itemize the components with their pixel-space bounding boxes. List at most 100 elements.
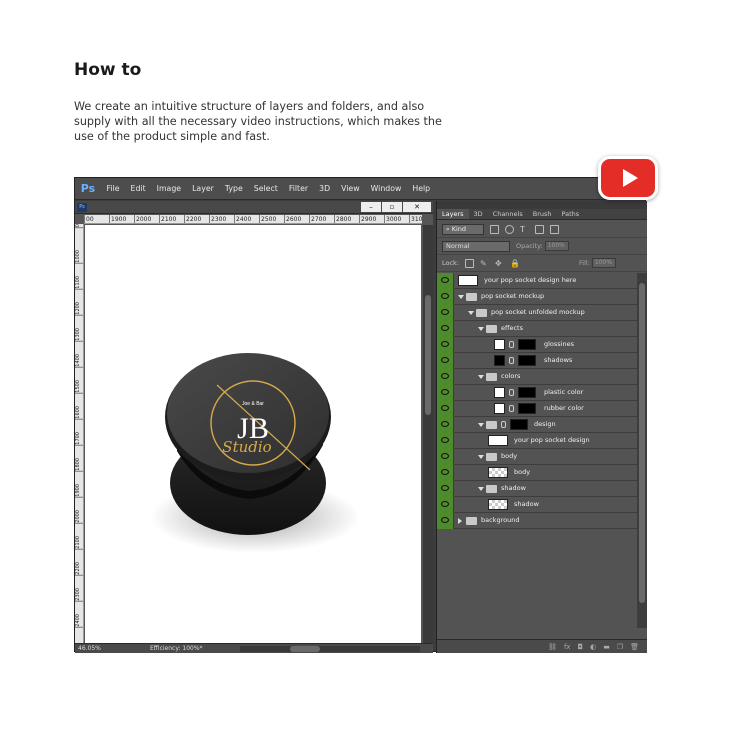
layer-row[interactable]: design xyxy=(437,417,638,433)
menu-file[interactable]: File xyxy=(101,184,125,193)
visibility-eye-icon[interactable] xyxy=(437,497,454,513)
layers-scrollbar[interactable] xyxy=(637,273,647,628)
scrollbar-thumb[interactable] xyxy=(425,295,431,415)
layer-mask-thumbnail[interactable] xyxy=(518,339,536,350)
layer-row[interactable]: body xyxy=(437,449,638,465)
chevron-right-icon[interactable] xyxy=(458,518,462,524)
link-icon[interactable] xyxy=(509,357,514,364)
layer-row[interactable]: your pop socket design here xyxy=(437,273,638,289)
chevron-down-icon[interactable] xyxy=(478,487,484,491)
visibility-eye-icon[interactable] xyxy=(437,369,454,385)
menu-help[interactable]: Help xyxy=(407,184,436,193)
tab-channels[interactable]: Channels xyxy=(488,209,528,219)
visibility-eye-icon[interactable] xyxy=(437,337,454,353)
layer-mask-thumbnail[interactable] xyxy=(518,403,536,414)
layer-thumbnail[interactable] xyxy=(488,499,508,510)
canvas-vertical-scrollbar[interactable] xyxy=(423,225,433,644)
lock-all-icon[interactable]: 🔒 xyxy=(510,259,520,268)
close-button[interactable]: ✕ xyxy=(403,202,431,212)
visibility-eye-icon[interactable] xyxy=(437,305,454,321)
layer-thumbnail[interactable] xyxy=(494,355,505,366)
visibility-eye-icon[interactable] xyxy=(437,465,454,481)
lock-move-icon[interactable]: ✥ xyxy=(495,259,504,268)
layer-thumbnail[interactable] xyxy=(494,403,505,414)
menu-layer[interactable]: Layer xyxy=(187,184,220,193)
minimize-button[interactable]: – xyxy=(361,202,381,212)
link-icon[interactable]: ⛓ xyxy=(548,643,557,651)
layer-row[interactable]: plastic color xyxy=(437,385,638,401)
layer-row[interactable]: colors xyxy=(437,369,638,385)
layer-mask-thumbnail[interactable] xyxy=(510,419,528,430)
filter-shape-icon[interactable] xyxy=(535,224,544,234)
canvas-horizontal-scrollbar[interactable] xyxy=(240,646,420,652)
link-icon[interactable] xyxy=(509,389,514,396)
chevron-down-icon[interactable] xyxy=(478,423,484,427)
visibility-eye-icon[interactable] xyxy=(437,433,454,449)
adjustment-icon[interactable]: ◐ xyxy=(590,643,596,651)
layer-row[interactable]: effects xyxy=(437,321,638,337)
chevron-down-icon[interactable] xyxy=(478,375,484,379)
visibility-eye-icon[interactable] xyxy=(437,481,454,497)
chevron-down-icon[interactable] xyxy=(478,455,484,459)
chevron-down-icon[interactable] xyxy=(478,327,484,331)
filter-type-icon[interactable]: T xyxy=(520,225,529,234)
filter-smart-icon[interactable] xyxy=(550,224,559,234)
visibility-eye-icon[interactable] xyxy=(437,321,454,337)
menu-filter[interactable]: Filter xyxy=(283,184,313,193)
layer-row[interactable]: shadow xyxy=(437,481,638,497)
fx-icon[interactable]: fx xyxy=(564,643,571,651)
layer-row[interactable]: shadows xyxy=(437,353,638,369)
link-icon[interactable] xyxy=(501,421,506,428)
menu-edit[interactable]: Edit xyxy=(125,184,151,193)
menu-view[interactable]: View xyxy=(336,184,366,193)
layer-row[interactable]: body xyxy=(437,465,638,481)
tab-layers[interactable]: Layers xyxy=(437,209,469,219)
maximize-button[interactable]: ▫ xyxy=(382,202,402,212)
filter-kind-select[interactable]: ⌕ Kind xyxy=(442,223,484,235)
tab-paths[interactable]: Paths xyxy=(557,209,585,219)
menu-image[interactable]: Image xyxy=(151,184,186,193)
zoom-level[interactable]: 46.05% xyxy=(78,645,101,652)
chevron-down-icon[interactable] xyxy=(468,311,474,315)
layer-row[interactable]: pop socket mockup xyxy=(437,289,638,305)
layer-row[interactable]: shadow xyxy=(437,497,638,513)
layer-row[interactable]: your pop socket design xyxy=(437,433,638,449)
layer-mask-thumbnail[interactable] xyxy=(518,387,536,398)
document-canvas[interactable]: JB Joe & Bar Studio xyxy=(85,225,421,644)
chevron-down-icon[interactable] xyxy=(458,295,464,299)
smart-object-thumbnail[interactable] xyxy=(458,275,478,286)
layer-thumbnail[interactable] xyxy=(488,467,508,478)
visibility-eye-icon[interactable] xyxy=(437,401,454,417)
link-icon[interactable] xyxy=(509,405,514,412)
folder-icon[interactable]: ▬ xyxy=(603,643,610,651)
layer-row[interactable]: glossines xyxy=(437,337,638,353)
menu-select[interactable]: Select xyxy=(248,184,283,193)
opacity-field[interactable]: 100% xyxy=(544,241,569,251)
visibility-eye-icon[interactable] xyxy=(437,385,454,401)
visibility-eye-icon[interactable] xyxy=(437,273,454,289)
visibility-eye-icon[interactable] xyxy=(437,289,454,305)
lock-transparent-icon[interactable] xyxy=(465,258,475,268)
fill-field[interactable]: 100% xyxy=(591,258,616,268)
youtube-button[interactable] xyxy=(598,156,658,200)
layer-thumbnail[interactable] xyxy=(494,387,505,398)
layer-thumbnail[interactable] xyxy=(494,339,505,350)
smart-object-thumbnail[interactable] xyxy=(488,435,508,446)
layer-row[interactable]: background xyxy=(437,513,638,529)
layer-row[interactable]: pop socket unfolded mockup xyxy=(437,305,638,321)
layer-row[interactable]: rubber color xyxy=(437,401,638,417)
layer-mask-thumbnail[interactable] xyxy=(518,355,536,366)
filter-adjustment-icon[interactable] xyxy=(505,224,514,234)
mask-icon[interactable]: ◘ xyxy=(578,643,584,651)
menu-type[interactable]: Type xyxy=(219,184,248,193)
menu-3d[interactable]: 3D xyxy=(314,184,336,193)
tab-brush[interactable]: Brush xyxy=(528,209,557,219)
visibility-eye-icon[interactable] xyxy=(437,449,454,465)
tab-3d[interactable]: 3D xyxy=(469,209,488,219)
trash-icon[interactable]: 🗑 xyxy=(630,643,639,651)
blend-mode-select[interactable]: Normal xyxy=(442,240,510,252)
menu-window[interactable]: Window xyxy=(365,184,407,193)
link-icon[interactable] xyxy=(509,341,514,348)
visibility-eye-icon[interactable] xyxy=(437,513,454,529)
visibility-eye-icon[interactable] xyxy=(437,417,454,433)
